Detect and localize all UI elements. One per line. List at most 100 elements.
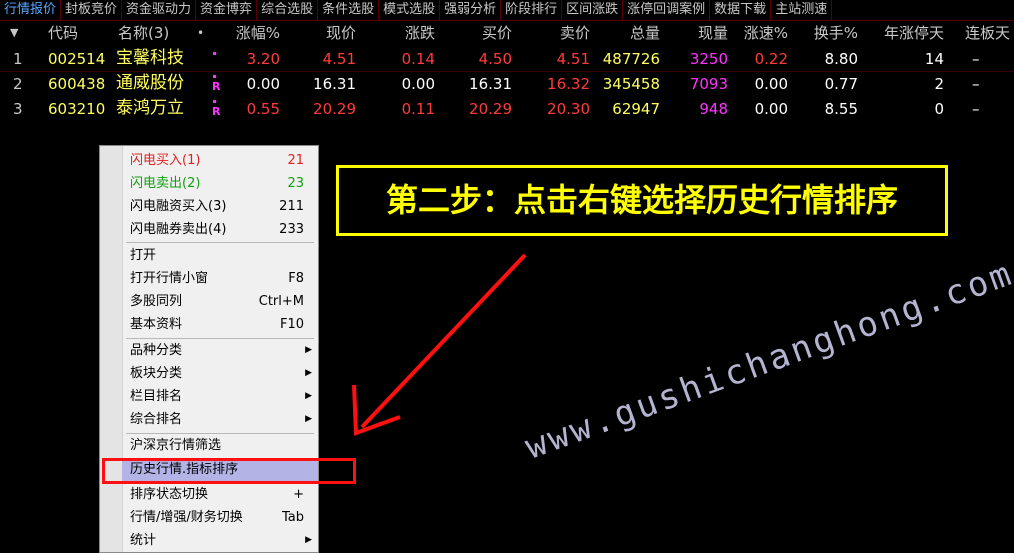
context-menu: 闪电买入(1) 21 闪电卖出(2) 23 闪电融资买入(3) 211 闪电融券… — [99, 145, 319, 553]
tab-server-speedtest[interactable]: 主站测速 — [771, 0, 833, 20]
menu-item-flash-sell[interactable]: 闪电卖出(2) 23 — [122, 172, 318, 195]
menu-item-sector[interactable]: 板块分类 ▶ — [122, 362, 318, 385]
menu-item-sort-toggle[interactable]: 排序状态切换 + — [122, 483, 318, 506]
menu-item-shortcut: 211 — [279, 199, 304, 214]
menu-item-open[interactable]: 打开 — [122, 244, 318, 267]
streak-days: – — [972, 75, 980, 93]
stock-code: 603210 — [48, 100, 106, 118]
col-header-mark[interactable]: • — [197, 22, 204, 44]
col-header-name[interactable]: 名称(3) — [118, 22, 169, 44]
sort-triangle-icon[interactable]: ▼ — [10, 22, 24, 44]
menu-separator — [126, 242, 314, 243]
tab-limit-bidding[interactable]: 封板竞价 — [61, 0, 123, 20]
chg-pct: 0.00 — [246, 75, 280, 93]
tab-composite-pick[interactable]: 综合选股 — [257, 0, 319, 20]
menu-item-multi-stock[interactable]: 多股同列 Ctrl+M — [122, 290, 318, 313]
turnover: 8.80 — [824, 50, 858, 68]
tab-interval-change[interactable]: 区间涨跌 — [562, 0, 624, 20]
price: 4.51 — [322, 50, 356, 68]
menu-item-label: 综合排名 — [130, 412, 183, 427]
tab-capital-game[interactable]: 资金博弈 — [196, 0, 258, 20]
menu-item-label: 打开 — [130, 248, 157, 263]
menu-item-flash-margin-buy[interactable]: 闪电融资买入(3) 211 — [122, 195, 318, 218]
menu-item-label: 闪电融资买入(3) — [130, 199, 227, 214]
submenu-arrow-icon: ▶ — [305, 368, 312, 378]
col-header-turnover[interactable]: 换手% — [800, 22, 858, 44]
tab-data-download[interactable]: 数据下载 — [710, 0, 772, 20]
menu-item-label: 品种分类 — [130, 343, 183, 358]
streak-days: – — [972, 100, 980, 118]
col-header-year-limit-days[interactable]: 年涨停天 — [862, 22, 944, 44]
col-header-chg-pct[interactable]: 涨幅% — [220, 22, 280, 44]
price: 20.29 — [313, 100, 356, 118]
submenu-arrow-icon: ▶ — [305, 391, 312, 401]
speed: 0.22 — [754, 50, 788, 68]
menu-item-label: 行情/增强/财务切换 — [130, 510, 243, 525]
menu-item-label: 多股同列 — [130, 294, 183, 309]
row-index: 3 — [13, 100, 23, 118]
chg-pct: 0.55 — [246, 100, 280, 118]
menu-item-shortcut: Ctrl+M — [258, 294, 304, 309]
menu-item-basic-info[interactable]: 基本资料 F10 — [122, 313, 318, 336]
menu-item-flash-short-sell[interactable]: 闪电融券卖出(4) 233 — [122, 218, 318, 241]
menu-item-open-quote-window[interactable]: 打开行情小窗 F8 — [122, 267, 318, 290]
year-limit-days: 0 — [934, 100, 944, 118]
tab-condition-pick[interactable]: 条件选股 — [318, 0, 380, 20]
col-header-streak-days[interactable]: 连板天 — [950, 22, 1010, 44]
volume: 345458 — [602, 75, 660, 93]
menu-item-composite-ranking[interactable]: 综合排名 ▶ — [122, 408, 318, 431]
bid: 16.31 — [469, 75, 512, 93]
menu-item-shortcut: 233 — [279, 222, 304, 237]
menu-item-shortcut: 23 — [287, 176, 304, 191]
menu-item-shortcut: + — [293, 487, 304, 502]
current-volume: 3250 — [689, 50, 728, 68]
chg: 0.14 — [401, 50, 435, 68]
menu-item-category[interactable]: 品种分类 ▶ — [122, 339, 318, 362]
tab-limit-pullback[interactable]: 涨停回调案例 — [623, 0, 711, 20]
col-header-speed[interactable]: 涨速% — [730, 22, 788, 44]
col-header-current-volume[interactable]: 现量 — [668, 22, 728, 44]
chg: 0.11 — [401, 100, 435, 118]
row-index: 1 — [13, 50, 23, 68]
menu-item-label: 统计 — [130, 533, 157, 548]
menu-item-label: 沪深京行情筛选 — [130, 438, 222, 453]
submenu-arrow-icon: ▶ — [305, 414, 312, 424]
menu-icon-gutter — [100, 146, 123, 552]
col-header-bid[interactable]: 买价 — [455, 22, 512, 44]
menu-item-label: 闪电买入(1) — [130, 153, 201, 168]
menu-item-shortcut: F10 — [279, 317, 304, 332]
tab-capital-drive[interactable]: 资金驱动力 — [122, 0, 197, 20]
col-header-chg[interactable]: 涨跌 — [380, 22, 435, 44]
speed: 0.00 — [754, 75, 788, 93]
status-dot-icon — [213, 100, 216, 103]
col-header-price[interactable]: 现价 — [300, 22, 356, 44]
menu-item-shortcut: F8 — [288, 271, 304, 286]
col-header-ask[interactable]: 卖价 — [532, 22, 590, 44]
chg-pct: 3.20 — [246, 50, 280, 68]
speed: 0.00 — [754, 100, 788, 118]
menu-item-column-ranking[interactable]: 栏目排名 ▶ — [122, 385, 318, 408]
col-header-volume[interactable]: 总量 — [600, 22, 660, 44]
menu-item-market-filter[interactable]: 沪深京行情筛选 — [122, 434, 318, 457]
menu-item-flash-buy[interactable]: 闪电买入(1) 21 — [122, 149, 318, 172]
highlight-box — [102, 458, 356, 484]
pointer-arrow-icon — [352, 253, 527, 436]
tab-pattern-pick[interactable]: 模式选股 — [379, 0, 441, 20]
stock-code: 002514 — [48, 50, 106, 68]
submenu-arrow-icon: ▶ — [305, 535, 312, 545]
menu-item-label: 板块分类 — [130, 366, 183, 381]
submenu-arrow-icon: ▶ — [305, 345, 312, 355]
ask: 20.30 — [547, 100, 590, 118]
menu-item-statistics[interactable]: 统计 ▶ — [122, 529, 318, 552]
tab-stage-ranking[interactable]: 阶段排行 — [501, 0, 563, 20]
current-volume: 7093 — [689, 75, 728, 93]
col-header-code[interactable]: 代码 — [48, 22, 78, 44]
menu-item-view-switch[interactable]: 行情/增强/财务切换 Tab — [122, 506, 318, 529]
volume: 487726 — [602, 50, 660, 68]
tab-strength-analysis[interactable]: 强弱分析 — [440, 0, 502, 20]
bid: 4.50 — [478, 50, 512, 68]
stock-name: 泰鸿万立 — [116, 98, 184, 118]
stock-name: 通威股份 — [116, 73, 184, 93]
menu-item-label: 闪电融券卖出(4) — [130, 222, 227, 237]
tab-market-quotes[interactable]: 行情报价 — [0, 0, 62, 20]
